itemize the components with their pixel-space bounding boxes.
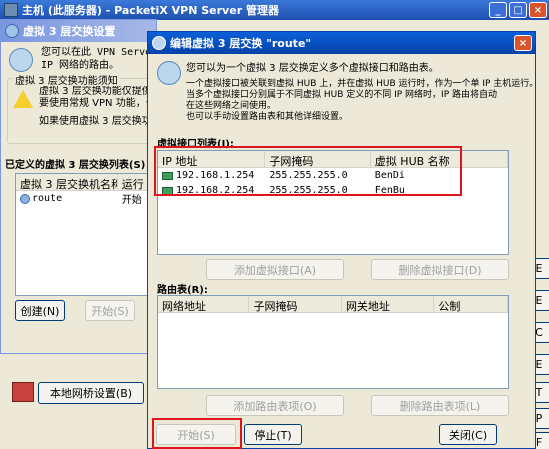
notice-text: 虚拟 3 层交换功能仅提供 要使用常规 VPN 功能，也 [39,86,156,109]
router-icon [152,36,166,50]
l3-settings-title: 虚拟 3 层交换设置 [23,25,116,38]
routing-section-label: 路由表(R): [157,285,208,296]
column-header-name[interactable]: 虚拟 3 层交换机名称 [16,174,118,190]
l3-settings-titlebar[interactable]: 虚拟 3 层交换设置 [1,20,156,42]
stop-button[interactable]: 停止(T) [244,424,302,445]
column-header-metric[interactable]: 公制 [434,296,508,312]
server-icon [4,3,18,17]
column-header-mask[interactable]: 子网掩码 [249,296,342,312]
column-header-gateway[interactable]: 网关地址 [342,296,435,312]
l3-settings-window: 虚拟 3 层交换设置 您可以在此 VPN Server 的 IP 网络的路由。 … [0,19,158,354]
dialog-close-button[interactable]: × [514,35,532,51]
description: 一个虚拟接口被关联到虚拟 HUB 上，并在虚拟 HUB 运行时，作为一个单 IP… [186,79,539,123]
minimize-button[interactable]: _ [489,2,507,18]
flag-icon [12,382,34,402]
list-item[interactable]: route 开始 [16,191,157,206]
local-bridge-button[interactable]: 本地网桥设置(B) [38,382,144,404]
manager-titlebar[interactable]: 主机 (此服务器) - PacketiX VPN Server 管理器 [0,0,549,20]
start-highlight [152,418,242,449]
switch-icon [20,193,30,204]
router-large-icon [9,48,33,72]
intro-text: 您可以为一个虚拟 3 层交换定义多个虚拟接口和路由表。 [186,63,439,74]
description-line: 也可以手动设置路由表和其他详细设置。 [186,112,349,122]
add-route-button[interactable]: 添加路由表项(O) [206,395,344,416]
l3-description: 您可以在此 VPN Server 的 IP 网络的路由。 [41,47,158,71]
close-dialog-button[interactable]: 关闭(C) [439,424,497,445]
description-line: 当多个虚拟接口分别属于不同虚拟 HUB 定义的不同 IP 网络时，IP 路由将自… [186,90,497,100]
delete-interface-button[interactable]: 删除虚拟接口(D) [371,259,509,280]
add-interface-button[interactable]: 添加虚拟接口(A) [206,259,344,280]
delete-route-button[interactable]: 删除路由表项(L) [371,395,509,416]
edit-dialog-title: 编辑虚拟 3 层交换 "route" [170,37,312,50]
create-button[interactable]: 创建(N) [15,300,65,321]
l3-switch-list[interactable]: 虚拟 3 层交换机名称 运行 route 开始 [15,173,158,296]
l3-start-button[interactable]: 开始(S) [85,300,135,321]
list-item-name: route [16,193,118,204]
defined-list-label: 已定义的虚拟 3 层交换列表(S) [5,160,146,171]
router-large-icon [157,61,181,85]
close-button[interactable]: × [529,2,547,18]
description-line: 在这些网络之间使用。 [186,101,277,111]
router-icon [5,24,19,38]
routing-table[interactable]: 网络地址 子网掩码 网关地址 公制 [157,295,509,389]
notice-group-label: 虚拟 3 层交换功能须知 [13,72,120,87]
interface-highlight [154,146,462,196]
warning-icon [13,90,33,108]
edit-dialog: 编辑虚拟 3 层交换 "route" × 您可以为一个虚拟 3 层交换定义多个虚… [147,31,539,449]
column-header-network[interactable]: 网络地址 [158,296,250,312]
maximize-button[interactable]: □ [509,2,527,18]
description-line: 一个虚拟接口被关联到虚拟 HUB 上，并在虚拟 HUB 运行时，作为一个单 IP… [186,79,539,89]
notice-text-2: 如果使用虚拟 3 层交换功 [39,116,152,127]
manager-title: 主机 (此服务器) - PacketiX VPN Server 管理器 [22,4,279,17]
edit-dialog-titlebar[interactable]: 编辑虚拟 3 层交换 "route" [148,32,535,54]
